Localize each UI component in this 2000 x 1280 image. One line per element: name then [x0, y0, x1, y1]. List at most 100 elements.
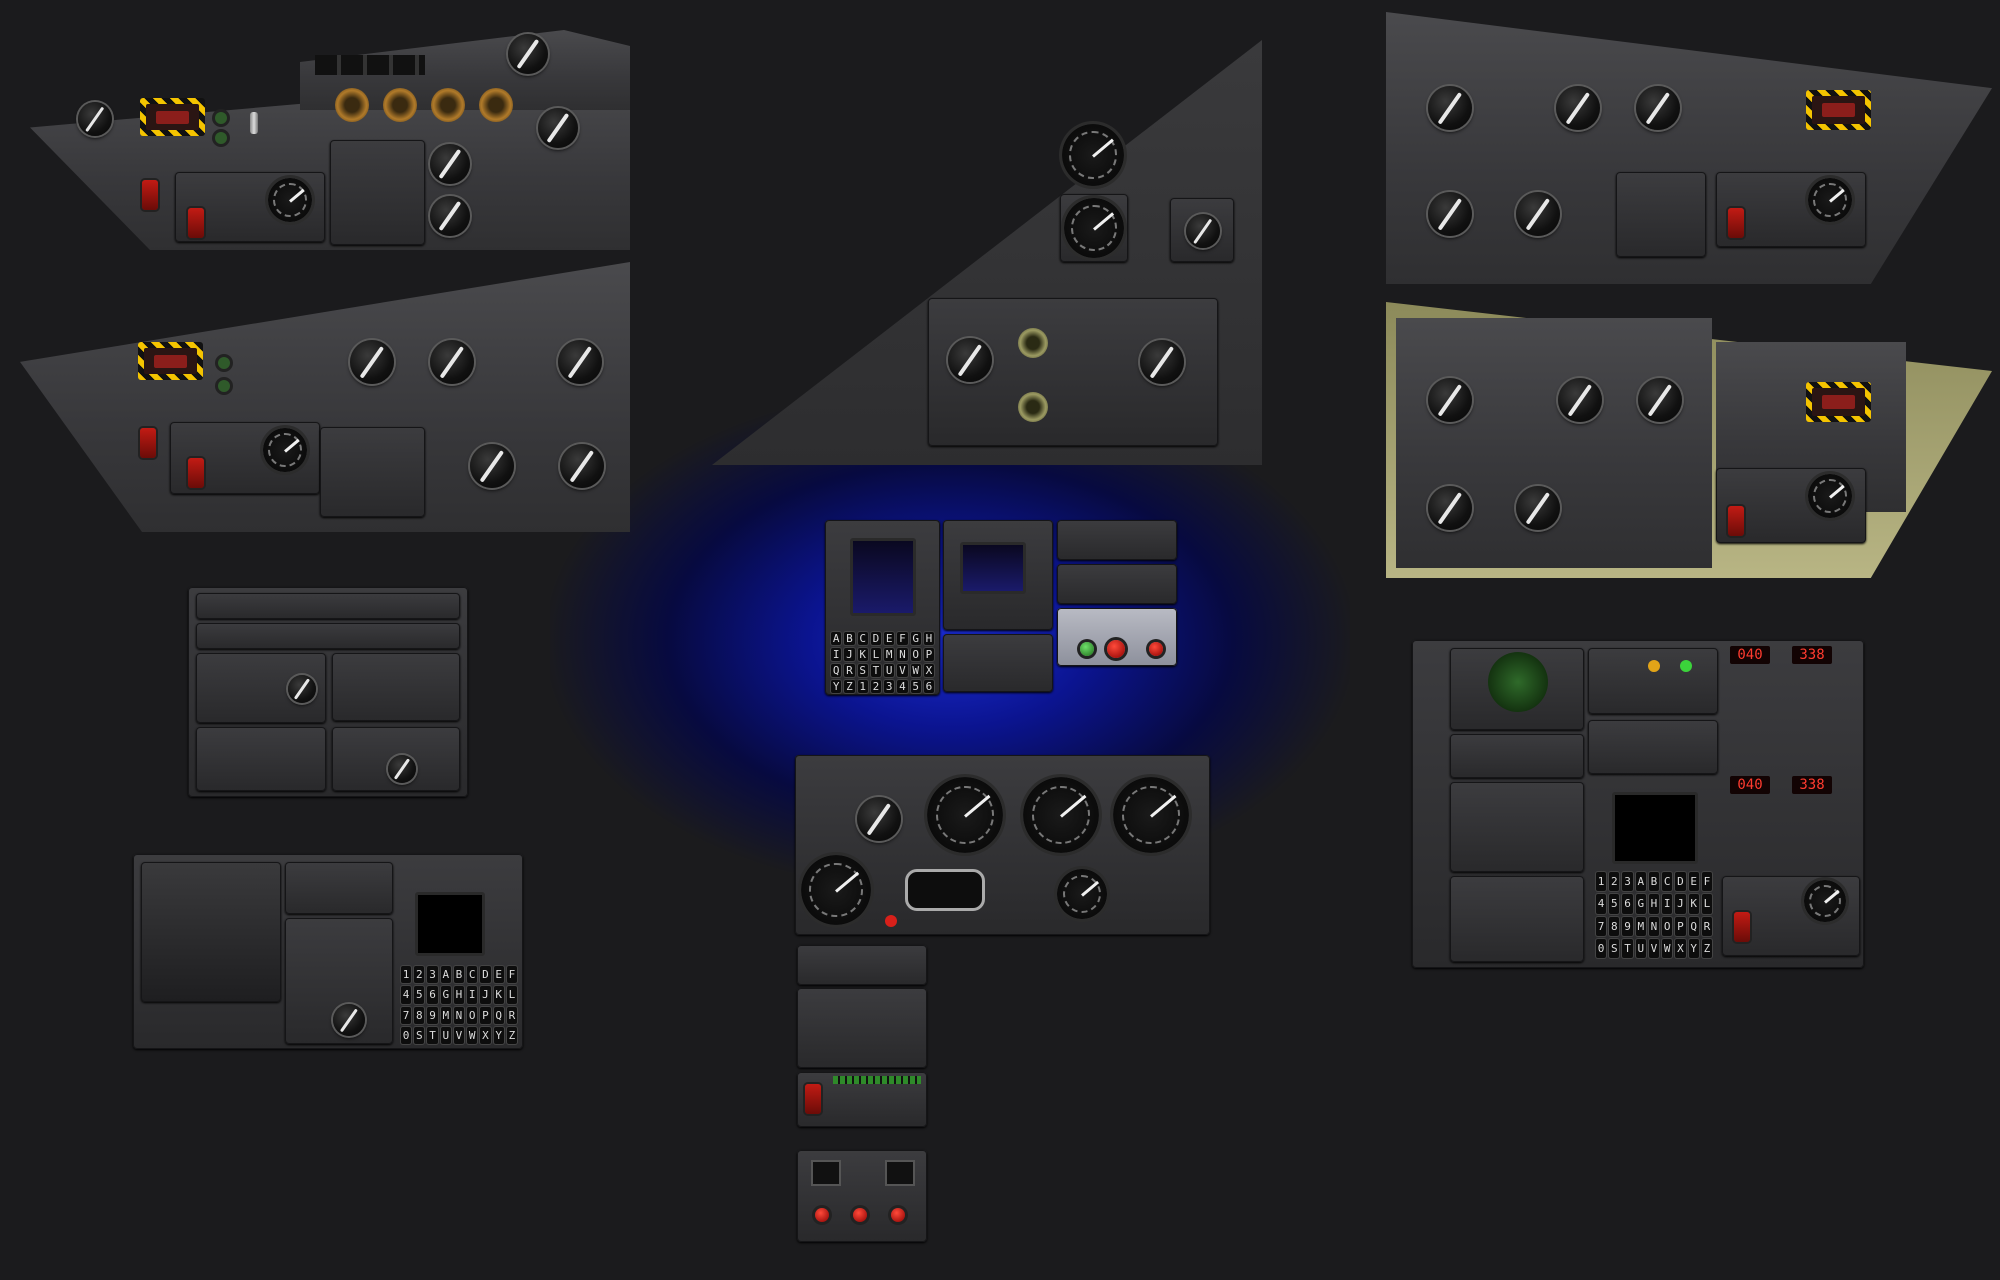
keypad-key[interactable]: 5 — [1609, 894, 1620, 914]
keypad-key[interactable]: W — [1662, 938, 1673, 958]
keypad-key[interactable]: K — [857, 648, 868, 661]
left-bottom-knob[interactable] — [333, 1004, 365, 1036]
left-upper-side-switch[interactable] — [142, 180, 158, 210]
keypad-key[interactable]: 5 — [414, 986, 425, 1004]
right-oxygen-switch[interactable] — [1728, 208, 1744, 238]
left-upper-knob-2[interactable] — [508, 34, 548, 74]
left-lower-knob-1[interactable] — [350, 340, 394, 384]
keypad-key[interactable]: Z — [506, 1026, 517, 1044]
keypad-key[interactable]: H — [1648, 894, 1660, 914]
keypad-key[interactable]: D — [480, 966, 491, 984]
keypad-key[interactable]: E — [493, 966, 504, 984]
keypad-key[interactable]: H — [923, 632, 934, 645]
keypad-key[interactable]: W — [910, 664, 921, 677]
keypad-key[interactable]: V — [453, 1026, 465, 1044]
keypad-key[interactable]: C — [1662, 872, 1673, 892]
keypad-key[interactable]: 7 — [1596, 916, 1607, 936]
fms-left-keypad[interactable]: ABCDEFGH IJKLMNOP QRSTUVWX YZ123456 — [831, 632, 934, 693]
left-lower-knob-2[interactable] — [430, 340, 474, 384]
keypad-key[interactable]: 1 — [857, 680, 868, 693]
keypad-key[interactable]: V — [1648, 938, 1660, 958]
keypad-key[interactable]: Z — [1701, 938, 1712, 958]
keypad-key[interactable]: I — [467, 986, 478, 1004]
keypad-key[interactable]: 6 — [923, 680, 934, 693]
recorder-stop-button[interactable] — [1149, 642, 1163, 656]
oxygen-emergency-switch[interactable] — [188, 208, 204, 238]
keypad-key[interactable]: W — [467, 1026, 478, 1044]
left-comm-main-knob[interactable] — [288, 675, 316, 703]
left-comm-tune-knob[interactable] — [388, 755, 416, 783]
center-lower-knob-right[interactable] — [1140, 340, 1184, 384]
keypad-key[interactable]: R — [1701, 916, 1712, 936]
center-selector-knob[interactable] — [1186, 214, 1220, 248]
keypad-key[interactable]: B — [1648, 872, 1660, 892]
right-olive-knob-2[interactable] — [1558, 378, 1602, 422]
keypad-key[interactable]: U — [884, 664, 895, 677]
left-lower-side-switch[interactable] — [140, 428, 156, 458]
recorder-test-button[interactable] — [1080, 642, 1094, 656]
keypad-key[interactable]: 0 — [1596, 938, 1607, 958]
keypad-key[interactable]: X — [480, 1026, 491, 1044]
keypad-key[interactable]: O — [467, 1006, 478, 1024]
left-upper-knob-4[interactable] — [430, 144, 470, 184]
keypad-key[interactable]: O — [910, 648, 921, 661]
right-olive-annunciator[interactable] — [1806, 382, 1871, 422]
right-olive-knob-5[interactable] — [1516, 486, 1560, 530]
keypad-key[interactable]: S — [857, 664, 868, 677]
right-upper-knob-2[interactable] — [1556, 86, 1600, 130]
keypad-key[interactable]: G — [910, 632, 921, 645]
bottom-red-button-2[interactable] — [853, 1208, 867, 1222]
keypad-key[interactable]: 9 — [1622, 916, 1633, 936]
right-olive-switch[interactable] — [1728, 506, 1744, 536]
keypad-key[interactable]: T — [1622, 938, 1633, 958]
lighting-control-knob[interactable] — [857, 797, 901, 841]
keypad-key[interactable]: J — [1675, 894, 1686, 914]
keypad-key[interactable]: J — [480, 986, 491, 1004]
keypad-key[interactable]: Q — [1688, 916, 1699, 936]
keypad-key[interactable]: O — [1662, 916, 1673, 936]
keypad-key[interactable]: K — [1688, 894, 1699, 914]
keypad-key[interactable]: D — [1675, 872, 1686, 892]
keypad-key[interactable]: E — [1688, 872, 1699, 892]
oxygen-warning-annunciator[interactable] — [140, 98, 205, 136]
keypad-key[interactable]: I — [1662, 894, 1673, 914]
oxygen-warning-annunciator-2[interactable] — [138, 342, 203, 380]
right-upper-knob-3[interactable] — [1636, 86, 1680, 130]
left-upper-knob-3[interactable] — [538, 108, 578, 148]
keypad-key[interactable]: A — [440, 966, 451, 984]
keypad-key[interactable]: H — [453, 986, 465, 1004]
keypad-key[interactable]: U — [1635, 938, 1646, 958]
keypad-key[interactable]: F — [897, 632, 908, 645]
keypad-key[interactable]: L — [1701, 894, 1712, 914]
keypad-key[interactable]: Q — [831, 664, 842, 677]
left-upper-knob-1[interactable] — [78, 102, 112, 136]
keypad-key[interactable]: P — [923, 648, 934, 661]
keypad-key[interactable]: 5 — [910, 680, 921, 693]
keypad-key[interactable]: 4 — [1596, 894, 1607, 914]
keypad-key[interactable]: N — [1648, 916, 1660, 936]
keypad-key[interactable]: T — [427, 1026, 438, 1044]
keypad-key[interactable]: 9 — [427, 1006, 438, 1024]
left-lower-knob-4[interactable] — [470, 444, 514, 488]
keypad-key[interactable]: B — [453, 966, 465, 984]
recorder-erase-button[interactable] — [1107, 640, 1125, 658]
keypad-key[interactable]: M — [440, 1006, 451, 1024]
keypad-key[interactable]: J — [844, 648, 855, 661]
keypad-key[interactable]: 7 — [401, 1006, 412, 1024]
keypad-key[interactable]: N — [897, 648, 908, 661]
keypad-key[interactable]: M — [884, 648, 895, 661]
keypad-key[interactable]: N — [453, 1006, 465, 1024]
right-oxygen-annunciator[interactable] — [1806, 90, 1871, 130]
keypad-key[interactable]: C — [857, 632, 868, 645]
right-olive-knob-1[interactable] — [1428, 378, 1472, 422]
center-lower-knob-left[interactable] — [948, 338, 992, 382]
right-upper-knob-4[interactable] — [1428, 192, 1472, 236]
keypad-key[interactable]: R — [506, 1006, 517, 1024]
keypad-key[interactable]: A — [831, 632, 842, 645]
keypad-key[interactable]: 2 — [414, 966, 425, 984]
keypad-key[interactable]: Q — [493, 1006, 504, 1024]
keypad-key[interactable]: T — [870, 664, 881, 677]
left-upper-toggle[interactable] — [250, 112, 258, 134]
keypad-key[interactable]: K — [493, 986, 504, 1004]
keypad-key[interactable]: S — [414, 1026, 425, 1044]
